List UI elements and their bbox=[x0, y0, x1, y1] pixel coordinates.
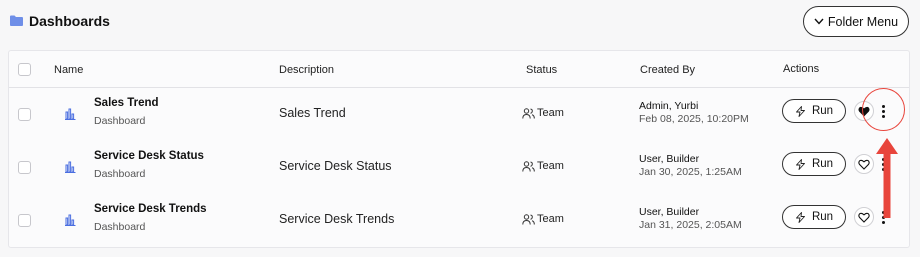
dashboard-name-link[interactable]: Service Desk Trends bbox=[94, 203, 207, 215]
row-checkbox[interactable] bbox=[18, 108, 31, 121]
page-title: Dashboards bbox=[29, 13, 110, 29]
run-label: Run bbox=[811, 158, 834, 170]
column-header-status[interactable]: Status bbox=[526, 64, 557, 76]
dashboard-type: Dashboard bbox=[94, 168, 146, 180]
row-checkbox[interactable] bbox=[18, 214, 31, 227]
table-row[interactable]: Service Desk Trends Dashboard Service De… bbox=[9, 194, 909, 248]
annotation-arrow-icon bbox=[876, 138, 898, 218]
dashboard-name-link[interactable]: Service Desk Status bbox=[94, 150, 204, 162]
chevron-down-icon bbox=[814, 18, 824, 25]
column-header-name[interactable]: Name bbox=[54, 64, 83, 76]
heart-outline-icon bbox=[858, 212, 870, 223]
heart-outline-icon bbox=[858, 159, 870, 170]
run-label: Run bbox=[811, 105, 834, 117]
bar-chart-icon bbox=[65, 214, 76, 226]
team-icon bbox=[522, 108, 535, 119]
run-label: Run bbox=[811, 211, 834, 223]
dashboard-description: Service Desk Trends bbox=[279, 212, 395, 226]
folder-icon bbox=[10, 15, 23, 26]
dashboard-description: Sales Trend bbox=[279, 106, 346, 120]
status-label: Team bbox=[537, 213, 564, 225]
folder-menu-button[interactable]: Folder Menu bbox=[803, 6, 909, 37]
column-header-created-by[interactable]: Created By bbox=[640, 64, 695, 76]
select-all-checkbox[interactable] bbox=[18, 63, 31, 76]
favorite-button[interactable] bbox=[854, 207, 874, 227]
dashboard-type: Dashboard bbox=[94, 115, 146, 127]
dashboard-name-link[interactable]: Sales Trend bbox=[94, 97, 159, 109]
dashboards-table: Name Description Status Created By Actio… bbox=[8, 50, 910, 248]
favorite-button[interactable] bbox=[854, 154, 874, 174]
run-button[interactable]: Run bbox=[782, 205, 846, 229]
dashboard-description: Service Desk Status bbox=[279, 159, 392, 173]
lightning-icon bbox=[795, 211, 805, 223]
status-label: Team bbox=[537, 107, 564, 119]
created-date: Jan 30, 2025, 1:25AM bbox=[639, 166, 742, 178]
column-header-description[interactable]: Description bbox=[279, 64, 334, 76]
table-row[interactable]: Sales Trend Dashboard Sales Trend Team A… bbox=[9, 88, 909, 142]
lightning-icon bbox=[795, 158, 805, 170]
folder-menu-label: Folder Menu bbox=[827, 14, 899, 29]
created-by-name: Admin, Yurbi bbox=[639, 100, 699, 112]
created-date: Feb 08, 2025, 10:20PM bbox=[639, 113, 749, 125]
team-icon bbox=[522, 214, 535, 225]
bar-chart-icon bbox=[65, 108, 76, 120]
table-row[interactable]: Service Desk Status Dashboard Service De… bbox=[9, 141, 909, 195]
row-checkbox[interactable] bbox=[18, 161, 31, 174]
page-header: Dashboards Folder Menu bbox=[0, 0, 920, 46]
run-button[interactable]: Run bbox=[782, 99, 846, 123]
column-header-actions: Actions bbox=[783, 63, 820, 75]
created-by-name: User, Builder bbox=[639, 206, 700, 218]
created-date: Jan 31, 2025, 2:05AM bbox=[639, 219, 742, 231]
annotation-highlight-circle bbox=[862, 88, 905, 131]
bar-chart-icon bbox=[65, 161, 76, 173]
team-icon bbox=[522, 161, 535, 172]
run-button[interactable]: Run bbox=[782, 152, 846, 176]
dashboard-type: Dashboard bbox=[94, 221, 146, 233]
created-by-name: User, Builder bbox=[639, 153, 700, 165]
table-header: Name Description Status Created By Actio… bbox=[9, 51, 909, 88]
lightning-icon bbox=[795, 105, 805, 117]
status-label: Team bbox=[537, 160, 564, 172]
